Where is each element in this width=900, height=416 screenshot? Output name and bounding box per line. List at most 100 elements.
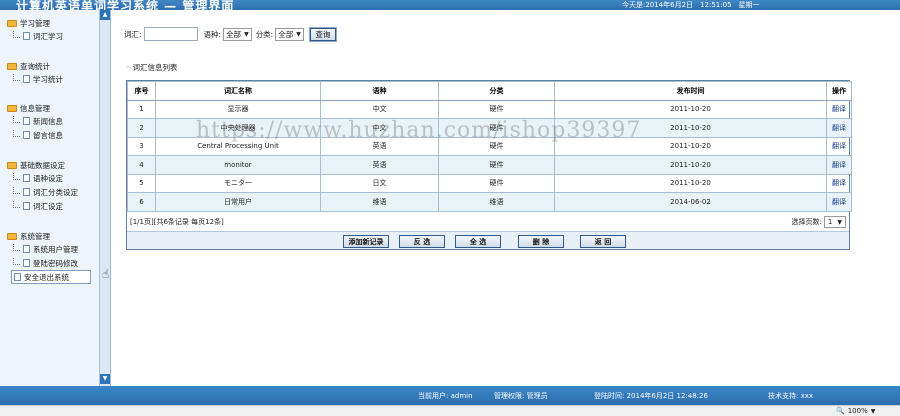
tree-line-icon: [13, 115, 20, 123]
pagination-bar: [1/1页][共6条记录 每页12条] 选择页数: 1 ▼: [127, 214, 849, 230]
sidebar-group-stats: 查询统计 学习统计: [7, 61, 63, 86]
page-icon: [23, 131, 30, 139]
language-select[interactable]: 全部 ▼: [223, 27, 252, 41]
column-header: 分类: [438, 81, 555, 101]
sidebar-item-category-setting[interactable]: 词汇分类设定: [7, 185, 78, 199]
tree-line-icon: [13, 243, 20, 251]
sidebar-item-user-management[interactable]: 系统用户管理: [7, 242, 91, 256]
sidebar-group-header[interactable]: 学习管理: [7, 18, 63, 29]
user-role: 管理权限: 管理员: [494, 392, 548, 400]
search-bar: 词汇: 语种: 全部 ▼ 分类: 全部 ▼ 查询: [124, 26, 336, 42]
folder-icon: [7, 233, 17, 240]
pagination-summary: [1/1页][共6条记录 每页12条]: [130, 218, 224, 226]
column-header: 词汇名称: [155, 81, 321, 101]
table-row[interactable]: 5 モニタ一 日文 硬件 2011-10-20 翻译: [127, 173, 852, 193]
hand-cursor-icon: ☝: [102, 267, 110, 281]
tree-line-icon: [13, 129, 20, 137]
page-icon: [23, 174, 30, 182]
translate-link[interactable]: 翻译: [826, 173, 852, 193]
sidebar-item-messages[interactable]: 留言信息: [7, 128, 63, 142]
date-time-display: 今天是:2014年6月2日 12:51:05 星期一: [622, 1, 760, 9]
translate-link[interactable]: 翻译: [826, 155, 852, 175]
sidebar-item-study-stats[interactable]: 学习统计: [7, 72, 63, 86]
select-all-button[interactable]: 全 选: [455, 235, 501, 248]
sidebar-item-vocab-study[interactable]: 词汇学习: [7, 29, 63, 43]
table-row[interactable]: 6 日常用户 维语 维语 2014-06-02 翻译: [127, 192, 852, 212]
sidebar-item-vocab-setting[interactable]: 词汇设定: [7, 199, 78, 213]
folder-icon: [7, 162, 17, 169]
translate-link[interactable]: 翻译: [826, 118, 852, 138]
zoom-control[interactable]: 🔍 100% ▼: [836, 407, 875, 415]
vocab-table: 序号 词汇名称 语种 分类 发布时间 操作 1 显示器 中文 硬件 2011-10-20…: [127, 81, 852, 212]
table-row[interactable]: 4 monitor 英语 硬件 2011-10-20 翻译: [127, 155, 852, 175]
key-icon: [23, 259, 30, 267]
chevron-down-icon: ▼: [870, 407, 876, 415]
bullet-icon: ◦: [126, 64, 130, 71]
footer-bar: 当前用户: admin 管理权限: 管理员 登陆时间: 2014年6月2日 12…: [0, 386, 900, 405]
page-icon: [23, 75, 30, 83]
tree-line-icon: [13, 257, 20, 265]
back-button[interactable]: 返 回: [580, 235, 626, 248]
query-button[interactable]: 查询: [309, 27, 336, 41]
sidebar-item-news[interactable]: 新闻信息: [7, 114, 63, 128]
action-bar: 添加新记录 反 选 全 选 删 除 返 回: [127, 231, 849, 249]
sidebar-group-system: 系统管理 系统用户管理 登陆密码修改 安全退出系统: [7, 231, 91, 284]
page-icon: [23, 117, 30, 125]
category-select[interactable]: 全部 ▼: [275, 27, 304, 41]
add-record-button[interactable]: 添加新记录: [343, 235, 389, 248]
table-header-row: 序号 词汇名称 语种 分类 发布时间 操作: [127, 81, 852, 101]
column-header: 语种: [320, 81, 439, 101]
sidebar-group-header[interactable]: 系统管理: [7, 231, 91, 242]
tree-line-icon: [13, 200, 20, 208]
folder-icon: [7, 105, 17, 112]
vocab-input[interactable]: [143, 27, 198, 41]
top-banner: 计算机英语单词学习系统 — 管理界面 今天是:2014年6月2日 12:51:0…: [0, 0, 900, 13]
scroll-down-arrow-icon[interactable]: ▼: [100, 374, 110, 384]
sidebar-group-header[interactable]: 信息管理: [7, 103, 63, 114]
language-label: 语种:: [203, 29, 222, 39]
page-select-label: 选择页数:: [791, 218, 822, 226]
table-row[interactable]: 1 显示器 中文 硬件 2011-10-20 翻译: [127, 99, 852, 119]
sidebar-group-info: 信息管理 新闻信息 留言信息: [7, 103, 63, 142]
section-title: ◦ 词汇信息列表: [126, 63, 178, 72]
exit-icon: [14, 273, 21, 281]
sidebar-group-header[interactable]: 基础数据设定: [7, 160, 78, 171]
current-user: 当前用户: admin: [418, 392, 473, 400]
tree-line-icon: [13, 30, 20, 38]
browser-status-bar: 🔍 100% ▼: [0, 405, 900, 416]
invert-selection-button[interactable]: 反 选: [399, 235, 445, 248]
folder-icon: [7, 63, 17, 70]
page-icon: [23, 188, 30, 196]
tree-line-icon: [13, 172, 20, 180]
vocab-label: 词汇:: [124, 29, 142, 39]
translate-link[interactable]: 翻译: [826, 99, 852, 119]
column-header: 序号: [127, 81, 156, 101]
magnifier-icon: 🔍: [836, 407, 845, 415]
sidebar-group-base-data: 基础数据设定 语种设定 词汇分类设定 词汇设定: [7, 160, 78, 213]
page-select[interactable]: 1 ▼: [823, 216, 846, 228]
delete-button[interactable]: 删 除: [518, 235, 564, 248]
sidebar-item-password-change[interactable]: 登陆密码修改: [7, 256, 91, 270]
tree-line-icon: [13, 73, 20, 81]
sidebar: 学习管理 词汇学习 查询统计 学习统计 信息管理 新闻信息 留言信息 基础数据设…: [0, 10, 111, 386]
vocab-table-panel: 序号 词汇名称 语种 分类 发布时间 操作 1 显示器 中文 硬件 2011-10-20…: [126, 80, 852, 250]
translate-link[interactable]: 翻译: [826, 136, 852, 156]
sidebar-group-header[interactable]: 查询统计: [7, 61, 63, 72]
folder-icon: [7, 20, 17, 27]
translate-link[interactable]: 翻译: [826, 192, 852, 212]
sidebar-group-study: 学习管理 词汇学习: [7, 18, 63, 43]
page-icon: [23, 32, 30, 40]
column-header: 操作: [826, 81, 852, 101]
category-label: 分类:: [255, 29, 274, 39]
sidebar-item-language-setting[interactable]: 语种设定: [7, 171, 78, 185]
tech-support: 技术支持: xxx: [768, 392, 814, 400]
sidebar-scrollbar[interactable]: ▲ ▼: [99, 10, 110, 386]
watermark-text: https://www.huzhan.com/ishop39397: [196, 118, 642, 143]
tree-line-icon: [13, 186, 20, 194]
sidebar-item-logout[interactable]: 安全退出系统: [11, 270, 91, 284]
login-time: 登陆时间: 2014年6月2日 12:48:26: [594, 392, 708, 400]
scroll-up-arrow-icon[interactable]: ▲: [100, 10, 110, 20]
chevron-down-icon: ▼: [296, 30, 301, 38]
column-header: 发布时间: [554, 81, 827, 101]
chevron-down-icon: ▼: [244, 30, 249, 38]
